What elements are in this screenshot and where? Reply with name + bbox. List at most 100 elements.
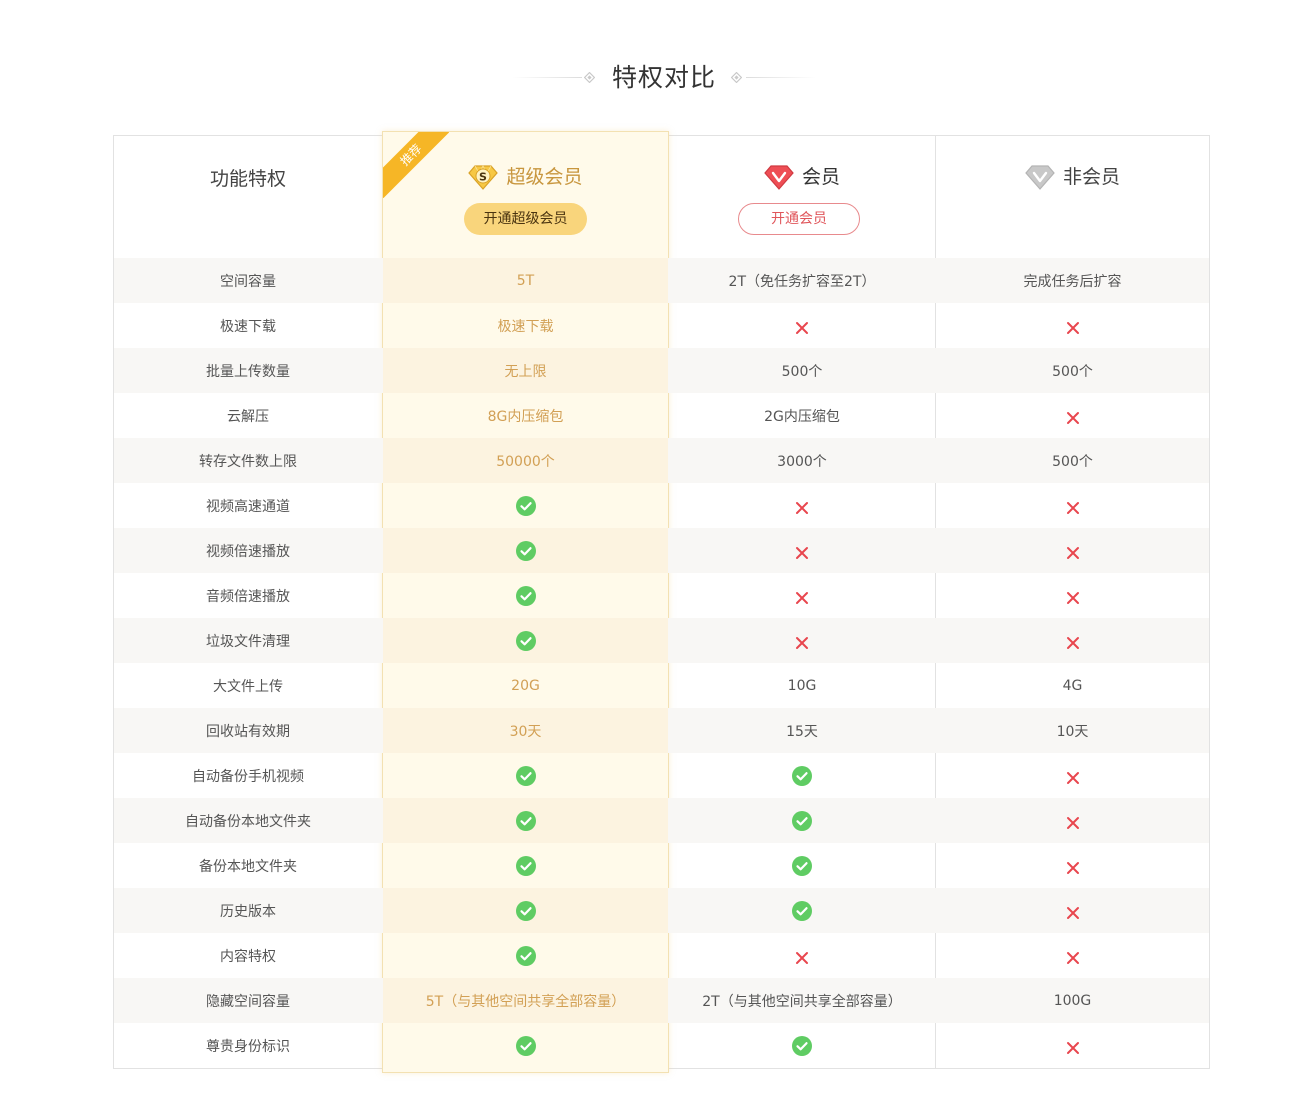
non-member-cell: 500个 [1052,363,1093,380]
non-member-title: 非会员 [1062,166,1120,188]
table-row: 尊贵身份标识 [114,1023,1209,1068]
feature-label: 视频高速通道 [206,498,290,515]
feature-label: 备份本地文件夹 [199,858,297,875]
super-member-header: S 超级会员 [383,160,668,194]
feature-label: 极速下载 [220,318,276,335]
member-cell: 10G [787,677,817,694]
cross-icon [669,618,935,663]
table-row: 视频高速通道 [114,483,1209,528]
table-row: 转存文件数上限 50000个 3000个 500个 [114,438,1209,483]
super-member-cell: 5T（与其他空间共享全部容量） [383,978,668,1023]
super-member-cell: 50000个 [383,438,668,483]
cross-icon [936,753,1209,798]
cross-icon [936,888,1209,933]
table-row: 垃圾文件清理 [114,618,1209,663]
member-cell: 2T（免任务扩容至2T） [728,273,876,290]
member-title: 会员 [801,166,840,188]
comparison-rows: 空间容量 5T 2T（免任务扩容至2T） 完成任务后扩容 极速下载 极速下载 批量上传数量 无… [114,258,1209,1068]
check-circle-icon [383,933,668,978]
table-row: 回收站有效期 30天 15天 10天 [114,708,1209,753]
table-row: 音频倍速播放 [114,573,1209,618]
diamond-ornament-icon [731,72,742,83]
cross-icon [669,528,935,573]
non-member-header: 非会员 [936,160,1209,194]
check-circle-icon [669,798,935,843]
table-row: 历史版本 [114,888,1209,933]
cross-icon [936,393,1209,438]
check-circle-icon [383,528,668,573]
cross-icon [936,483,1209,528]
feature-label: 历史版本 [220,903,276,920]
check-circle-icon [669,1023,935,1068]
feature-column-header: 功能特权 [209,168,286,190]
cross-icon [669,933,935,978]
feature-label: 大文件上传 [213,678,283,695]
feature-label: 空间容量 [220,273,276,290]
check-circle-icon [383,753,668,798]
open-super-member-button[interactable]: 开通超级会员 [464,203,587,235]
super-member-cell: 极速下载 [497,318,554,335]
red-diamond-badge-icon [764,165,794,190]
table-row: 自动备份本地文件夹 [114,798,1209,843]
cross-icon [936,1023,1209,1068]
section-heading: 特权对比 [0,58,1308,98]
non-member-cell: 完成任务后扩容 [1023,273,1122,290]
table-row: 视频倍速播放 [114,528,1209,573]
cross-icon [936,843,1209,888]
table-row: 大文件上传 20G 10G 4G [114,663,1209,708]
non-member-cell: 100G [1053,992,1092,1009]
cross-icon [936,303,1209,348]
table-row: 云解压 8G内压缩包 2G内压缩包 [114,393,1209,438]
feature-label: 视频倍速播放 [206,543,290,560]
feature-label: 垃圾文件清理 [206,633,290,650]
feature-label: 批量上传数量 [206,363,290,380]
feature-label: 内容特权 [220,948,276,965]
check-circle-icon [383,843,668,888]
table-row: 批量上传数量 无上限 500个 500个 [114,348,1209,393]
member-cell: 2T（与其他空间共享全部容量） [702,993,902,1010]
table-row: 空间容量 5T 2T（免任务扩容至2T） 完成任务后扩容 [114,258,1209,303]
cross-icon [936,618,1209,663]
member-cell: 500个 [781,363,823,380]
member-header: 会员 [669,160,935,194]
member-cell: 3000个 [777,453,827,470]
member-cell: 2G内压缩包 [764,408,840,425]
member-cell: 15天 [786,723,818,740]
feature-label: 自动备份手机视频 [192,768,304,785]
feature-label: 转存文件数上限 [199,453,297,470]
diamond-ornament-icon [584,72,595,83]
check-circle-icon [383,483,668,528]
check-circle-icon [383,1023,668,1068]
table-row: 隐藏空间容量 5T（与其他空间共享全部容量） 2T（与其他空间共享全部容量） 100G [114,978,1209,1023]
heading-line-right [746,77,816,78]
feature-label: 自动备份本地文件夹 [185,813,311,830]
check-circle-icon [669,843,935,888]
check-circle-icon [669,753,935,798]
feature-label: 回收站有效期 [206,723,290,740]
cross-icon [936,528,1209,573]
cross-icon [936,933,1209,978]
check-circle-icon [669,888,935,933]
page-title: 特权对比 [611,63,716,92]
check-circle-icon [383,888,668,933]
non-member-cell: 500个 [1052,453,1093,470]
feature-label: 尊贵身份标识 [206,1038,290,1055]
gold-diamond-badge-icon: S [468,165,499,190]
non-member-cell: 10天 [1056,723,1089,740]
non-member-cell: 4G [1062,677,1083,694]
table-row: 备份本地文件夹 [114,843,1209,888]
check-circle-icon [383,798,668,843]
cross-icon [936,573,1209,618]
gray-diamond-badge-icon [1025,165,1055,190]
heading-line-left [512,77,582,78]
super-member-cell: 20G [511,677,540,694]
feature-label: 音频倍速播放 [206,588,290,605]
cross-icon [669,573,935,618]
super-member-cell: 8G内压缩包 [487,408,564,425]
feature-label: 云解压 [227,408,269,425]
open-member-button[interactable]: 开通会员 [738,203,860,235]
cross-icon [669,483,935,528]
check-circle-icon [383,618,668,663]
cross-icon [936,798,1209,843]
table-row: 内容特权 [114,933,1209,978]
